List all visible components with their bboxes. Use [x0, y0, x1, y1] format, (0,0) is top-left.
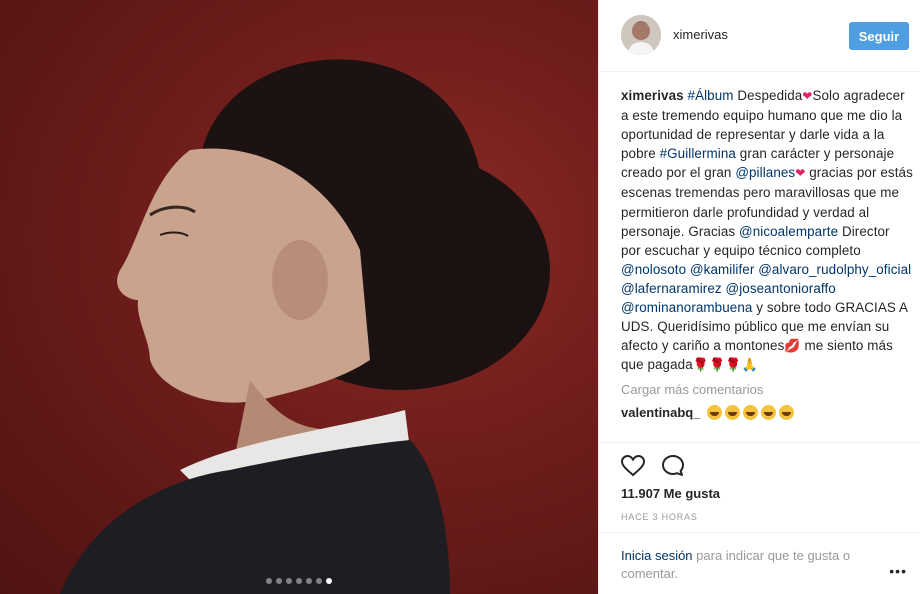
caption-text: Despedida: [733, 88, 803, 103]
portrait-illustration: [60, 59, 550, 594]
sob-emoji-icon: [743, 405, 759, 421]
carousel-dot-active[interactable]: [326, 578, 332, 584]
more-options-icon[interactable]: •••: [889, 563, 907, 579]
mention-joseantonioraffo[interactable]: @joseantonioraffo: [726, 281, 836, 296]
truncated-comment: [621, 426, 913, 436]
sob-emoji-icon: [779, 405, 795, 421]
mention-pillanes[interactable]: @pillanes: [735, 165, 795, 180]
carousel-dot[interactable]: [316, 578, 322, 584]
post-actions: 11.907 Me gusta HACE 3 HORAS: [599, 442, 920, 522]
caption-username[interactable]: ximerivas: [621, 88, 684, 103]
login-prompt-text: Inicia sesión para indicar que te gusta …: [621, 547, 871, 583]
post-sidebar: ximerivas Seguir ximerivas #Álbum Desped…: [598, 0, 920, 594]
hashtag-album[interactable]: #Álbum: [688, 88, 734, 103]
heart-emoji-icon: ❤: [795, 166, 806, 181]
post-photo[interactable]: [0, 0, 598, 594]
speech-bubble-icon[interactable]: [660, 453, 686, 479]
follow-button[interactable]: Seguir: [849, 22, 909, 50]
heart-outline-icon[interactable]: [620, 453, 646, 479]
prayer-emoji-icon: 🙏: [741, 357, 758, 373]
mention-lafernaramirez[interactable]: @lafernaramirez: [621, 281, 722, 296]
mention-alvaro-rudolphy[interactable]: @alvaro_rudolphy_oficial: [758, 262, 911, 277]
heart-emoji-icon: ❤: [802, 89, 813, 103]
sob-emoji-icon: [761, 405, 777, 421]
mention-rominanorambuena[interactable]: @rominanorambuena: [621, 300, 752, 315]
mention-nolosoto[interactable]: @nolosoto: [621, 262, 686, 277]
avatar[interactable]: [621, 15, 661, 55]
sob-emoji-icon: [725, 405, 741, 421]
hashtag-guillermina[interactable]: #Guillermina: [660, 146, 736, 161]
carousel-dot[interactable]: [296, 578, 302, 584]
comment-username[interactable]: valentinabq_: [621, 405, 700, 420]
avatar-image: [621, 15, 661, 55]
rose-emoji-icon: 🌹🌹🌹: [692, 357, 742, 373]
post-timestamp[interactable]: HACE 3 HORAS: [621, 512, 698, 522]
carousel-dot[interactable]: [266, 578, 272, 584]
carousel-dot[interactable]: [276, 578, 282, 584]
kiss-emoji-icon: 💋: [784, 338, 801, 354]
likes-count[interactable]: 11.907 Me gusta: [621, 486, 720, 501]
carousel-indicator: [0, 578, 598, 584]
carousel-dot[interactable]: [286, 578, 292, 584]
post-header: ximerivas Seguir: [599, 0, 920, 72]
comments-list: ximerivas #Álbum Despedida❤Solo agradece…: [621, 86, 913, 442]
caption: ximerivas #Álbum Despedida❤Solo agradece…: [621, 86, 913, 374]
header-username[interactable]: ximerivas: [673, 27, 728, 42]
load-more-comments[interactable]: Cargar más comentarios: [621, 382, 913, 397]
mention-kamilifer[interactable]: @kamilifer: [690, 262, 754, 277]
comment-item: valentinabq_: [621, 405, 913, 421]
mention-nicoalemparte[interactable]: @nicoalemparte: [739, 224, 838, 239]
login-link[interactable]: Inicia sesión: [621, 548, 693, 563]
carousel-dot[interactable]: [306, 578, 312, 584]
sob-emoji-icon: [707, 405, 723, 421]
login-prompt: Inicia sesión para indicar que te gusta …: [599, 532, 920, 594]
